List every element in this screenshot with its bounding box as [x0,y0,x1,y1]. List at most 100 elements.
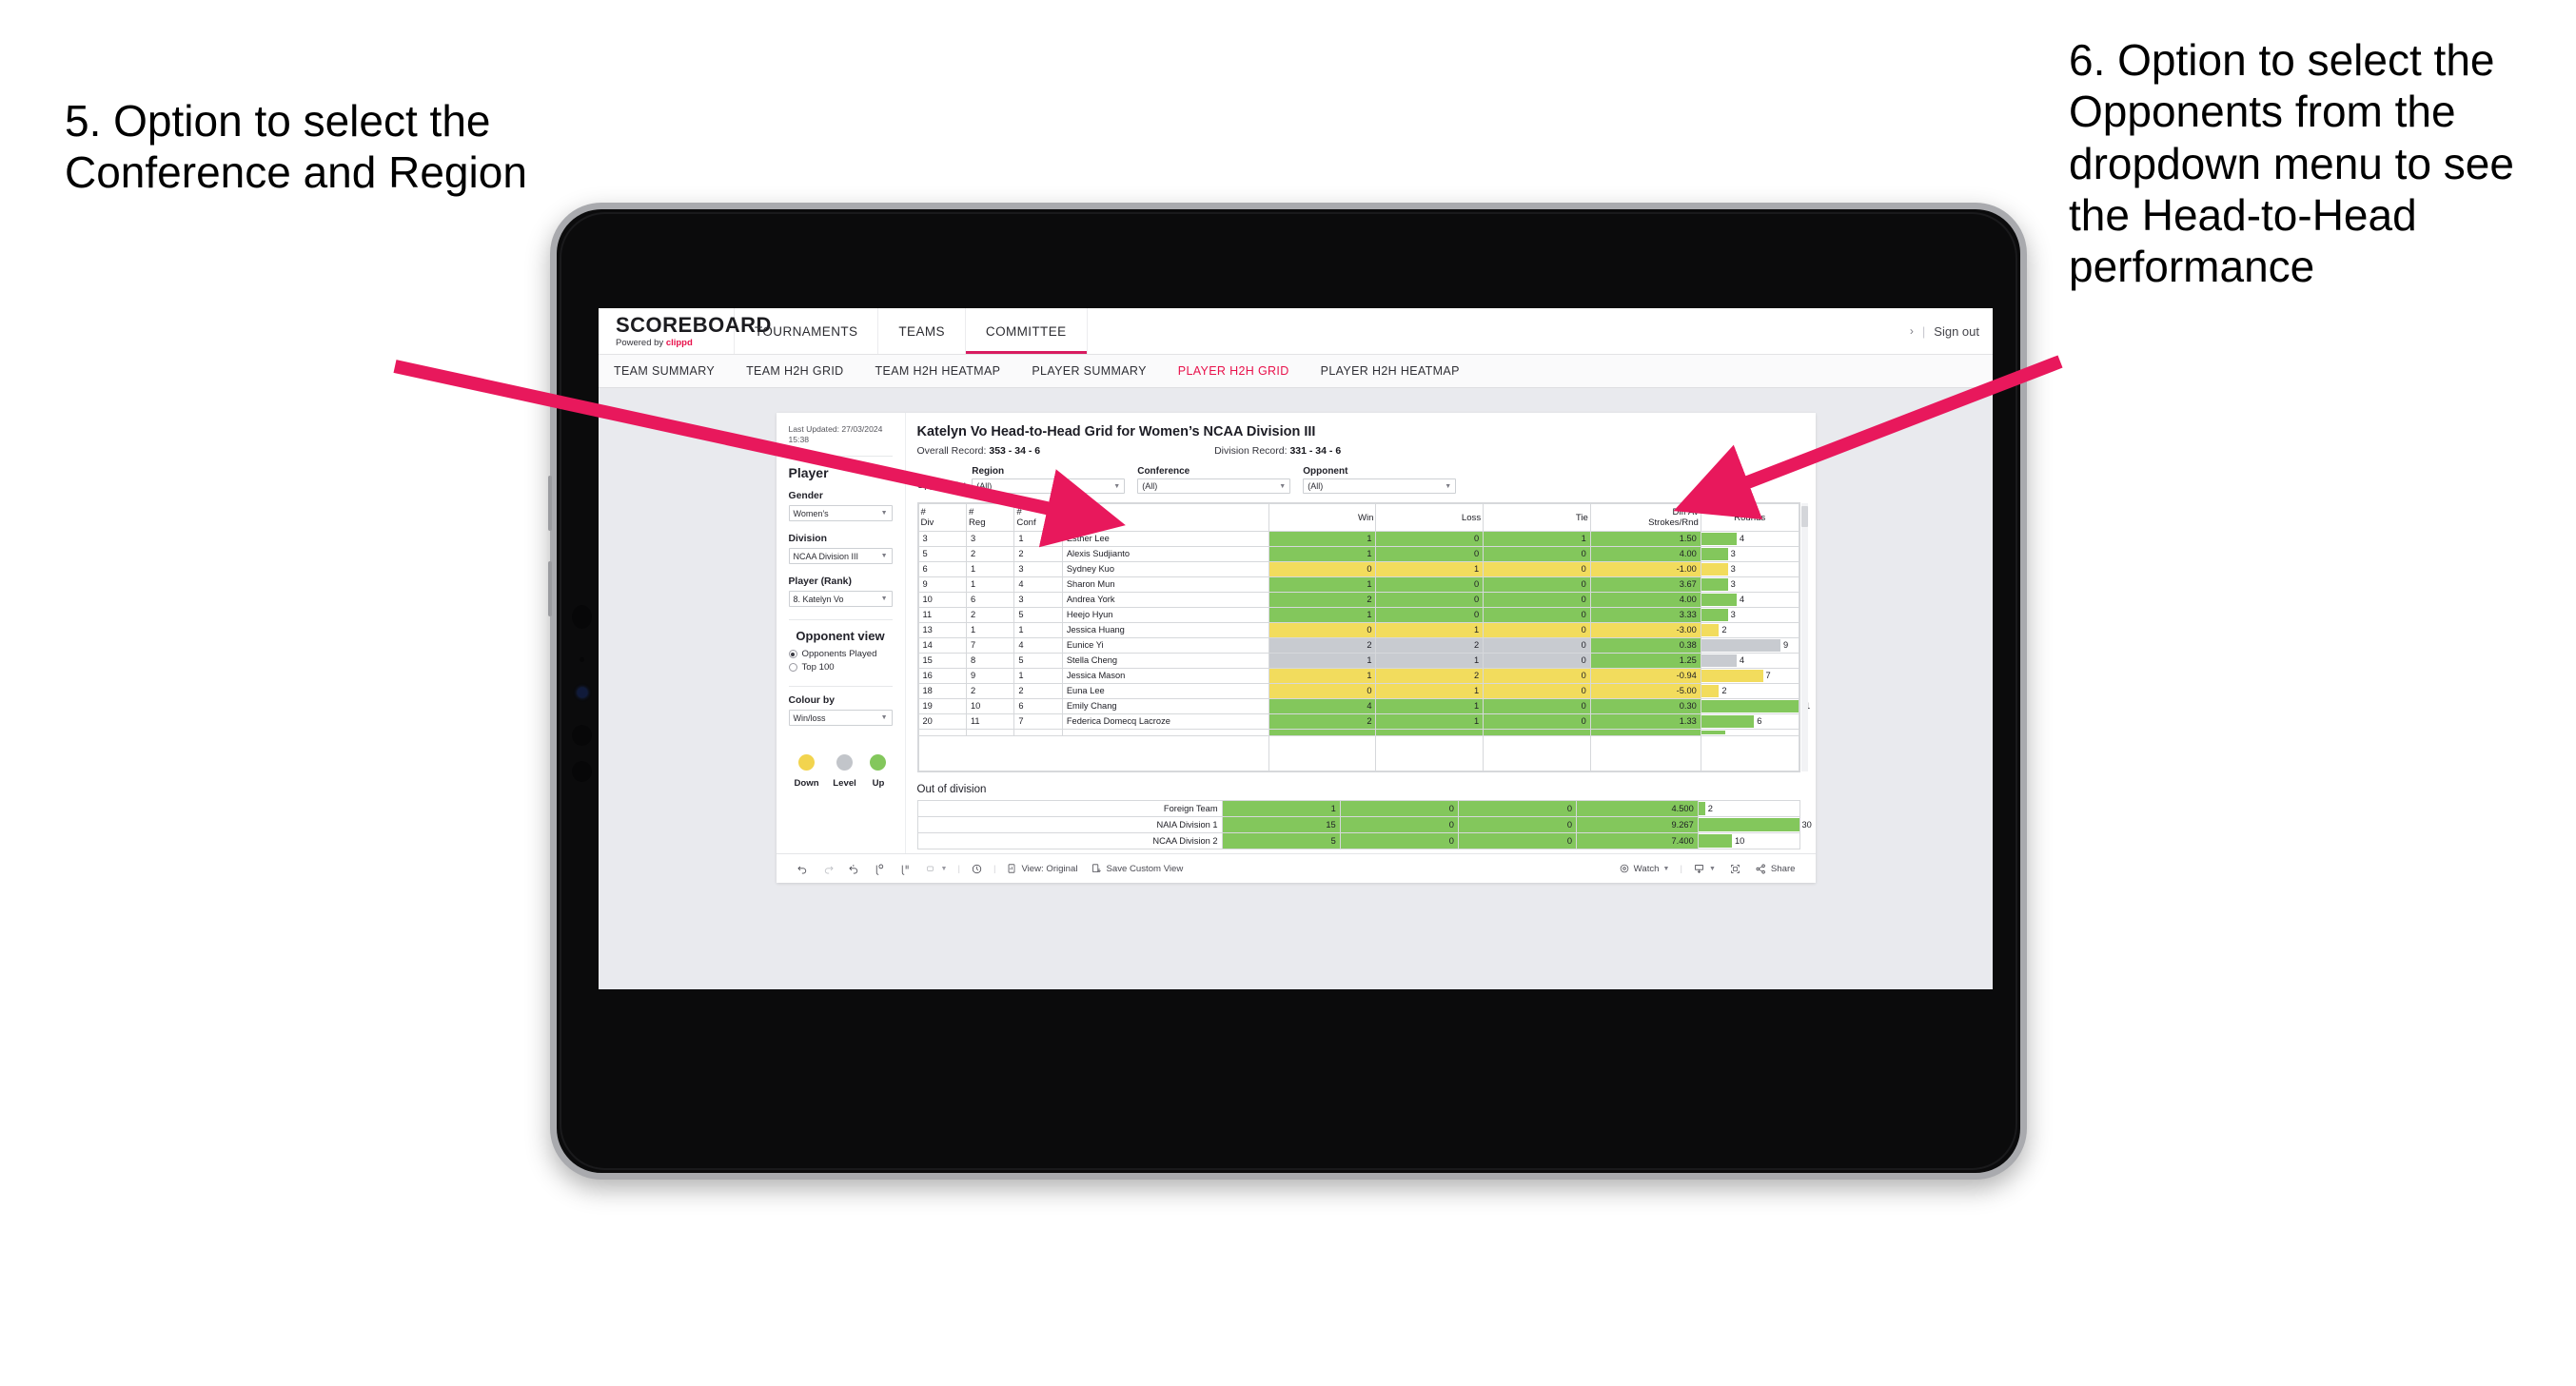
table-scrollbar-thumb[interactable] [1800,506,1808,527]
table-row[interactable]: 13 1 1 Jessica Huang 0 1 0 -3.00 2 [917,622,1799,639]
table-row[interactable]: 3 3 1 Esther Lee 1 0 1 1.50 4 [917,531,1799,548]
chevron-right-icon[interactable]: › [1910,324,1914,338]
cell-diff: 3.33 [1589,607,1701,624]
table-row[interactable]: 11 2 5 Heejo Hyun 1 0 0 3.33 3 [917,607,1799,624]
cell-rounds: 11 [1700,698,1810,715]
chevron-down-icon: ▼ [1662,865,1670,872]
undo-all-button[interactable] [964,863,990,875]
table-row[interactable]: 9 1 4 Sharon Mun 1 0 0 3.67 3 [917,576,1799,594]
colour-by-select-value: Win/loss [793,713,826,723]
top-nav-item-tournaments[interactable]: TOURNAMENTS [735,308,879,354]
sub-nav-item-player-h2h-grid[interactable]: PLAYER H2H GRID [1178,364,1289,378]
download-button[interactable]: ▼ [1686,863,1722,875]
cell-div: 20 [917,713,967,731]
cell-loss: 1 [1375,683,1485,700]
toolbar-right-group: Watch ▼ | ▼ Share [1612,863,1802,875]
top-nav-item-teams[interactable]: TEAMS [878,308,966,354]
division-select[interactable]: NCAA Division III ▼ [788,548,893,565]
top-nav-item-committee[interactable]: COMMITTEE [966,308,1088,354]
cell-opponent: Andrea York [1061,592,1269,609]
table-row[interactable]: 18 2 2 Euna Lee 0 1 0 -5.00 2 [917,683,1799,700]
volume-button[interactable] [548,476,552,531]
save-custom-view-button[interactable]: Save Custom View [1084,863,1190,874]
undo-button[interactable] [790,863,816,875]
cell-reg: 1 [965,622,1015,639]
cell-opponent: Emily Chang [1061,698,1269,715]
sub-nav-item-team-summary[interactable]: TEAM SUMMARY [614,364,715,378]
sub-nav-item-team-h2h-heatmap[interactable]: TEAM H2H HEATMAP [875,364,1001,378]
view-original-label: View: Original [1021,863,1078,874]
table-row[interactable]: 14 7 4 Eunice Yi 2 2 0 0.38 9 [917,637,1799,654]
cell-loss: 0 [1375,592,1485,609]
cell-div: 3 [917,531,967,548]
sub-nav-item-team-h2h-grid[interactable]: TEAM H2H GRID [746,364,843,378]
status-led-icon [578,688,587,697]
chevron-down-icon: ▼ [940,865,948,872]
legend-label-down: Down [794,778,819,790]
opponent-filter: Opponent (All) ▼ [1303,466,1457,494]
cell-win: 1 [1268,607,1377,624]
col-header-win: Win [1268,502,1377,533]
highlight-button[interactable]: ▼ [918,863,954,875]
app-logo[interactable]: SCOREBOARD Powered by clippd [599,308,771,354]
cell-opponent: Stella Cheng [1061,653,1269,670]
radio-top-100[interactable]: Top 100 [788,662,893,673]
table-row[interactable]: 6 1 3 Sydney Kuo 0 1 0 -1.00 3 [917,561,1799,578]
opponent-filter-caption: Opponent [1303,466,1348,477]
chevron-down-icon: ▼ [880,714,888,722]
pause-updates-button[interactable] [893,863,918,875]
cell-ood-rounds: 30 [1697,816,1812,834]
cell-loss: 2 [1375,637,1485,654]
refresh-data-button[interactable] [867,863,893,875]
cell-loss: 1 [1375,622,1485,639]
redo-button[interactable] [816,863,841,875]
out-of-division-table: Foreign Team 1 0 0 4.500 2 NAIA Division 1 15 0 0… [916,800,1812,850]
table-row-partial[interactable] [917,729,1799,737]
power-button[interactable] [548,561,552,616]
cell-diff: -3.00 [1589,622,1701,639]
main-panel: Katelyn Vo Head-to-Head Grid for Women’s… [906,413,1816,853]
radio-opponents-played[interactable]: Opponents Played [788,649,893,659]
player-rank-select[interactable]: 8. Katelyn Vo ▼ [788,591,893,608]
cell-reg: 2 [965,683,1015,700]
opponent-select[interactable]: (All) ▼ [1303,478,1457,494]
sub-nav-item-player-h2h-heatmap[interactable]: PLAYER H2H HEATMAP [1321,364,1460,378]
out-of-division-row[interactable]: NAIA Division 1 15 0 0 9.267 30 [916,816,1812,834]
table-row[interactable]: 20 11 7 Federica Domecq Lacroze 2 1 0 1.33 6 [917,713,1799,731]
player-rank-select-value: 8. Katelyn Vo [793,594,844,604]
watch-button[interactable]: Watch ▼ [1612,863,1677,874]
overall-record-label: Overall Record: [916,445,987,457]
region-select[interactable]: (All) ▼ [972,478,1126,494]
table-row[interactable]: 5 2 2 Alexis Sudjianto 1 0 0 4.00 3 [917,546,1799,563]
sign-out-button[interactable]: Sign out [1934,324,1979,339]
cell-diff: 3.67 [1589,576,1701,594]
h2h-grid-table-wrap: # Div # Reg # Conf Opponent Win Loss Tie Di… [916,502,1810,773]
divider [788,619,893,621]
colour-by-select[interactable]: Win/loss ▼ [788,710,893,727]
conference-filter: Conference (All) ▼ [1137,466,1291,494]
view-original-button[interactable]: View: Original [999,863,1084,874]
out-of-division-row[interactable]: NCAA Division 2 5 0 0 7.400 10 [916,832,1800,850]
cell-tie: 0 [1483,561,1591,578]
table-row[interactable]: 10 6 3 Andrea York 2 0 0 4.00 4 [917,592,1799,609]
radio-icon-selected [788,650,797,659]
last-updated-text: Last Updated: 27/03/2024 15:38 [788,424,883,445]
table-row[interactable]: 16 9 1 Jessica Mason 1 2 0 -0.94 7 [917,668,1799,685]
conference-select[interactable]: (All) ▼ [1137,478,1291,494]
revert-button[interactable] [841,863,867,875]
table-row[interactable]: 19106Emily Chang4100.3011 [917,698,1810,715]
sub-nav-item-player-summary[interactable]: PLAYER SUMMARY [1032,364,1146,378]
gender-select[interactable]: Women’s ▼ [788,505,893,522]
cell-win: 1 [1268,546,1377,563]
table-scrollbar-track[interactable] [1800,503,1808,772]
table-row[interactable]: 15 8 5 Stella Cheng 1 1 0 1.25 4 [917,653,1799,670]
table-blank-area [917,735,1799,772]
cell-ood-tie: 0 [1457,832,1578,850]
cell-div: 11 [917,607,967,624]
fullscreen-button[interactable] [1722,863,1748,875]
share-button[interactable]: Share [1748,863,1802,875]
cell-tie: 0 [1483,698,1591,715]
page-title: Katelyn Vo Head-to-Head Grid for Women’s… [916,424,1316,439]
chevron-down-icon: ▼ [1279,482,1287,490]
out-of-division-row[interactable]: Foreign Team 1 0 0 4.500 2 [916,800,1800,818]
